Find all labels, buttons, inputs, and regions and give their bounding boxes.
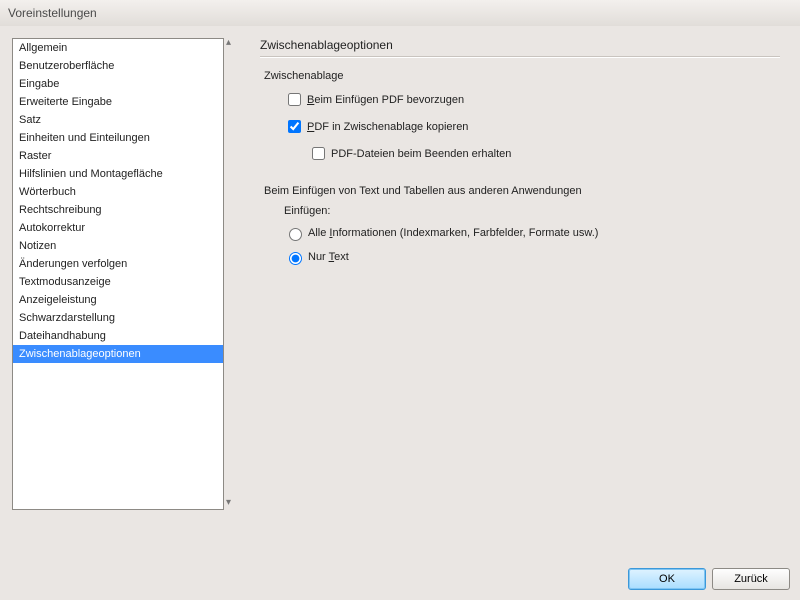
- sidebar-scroll-up-icon[interactable]: ▴: [226, 38, 236, 48]
- sidebar-item[interactable]: Hilfslinien und Montagefläche: [13, 165, 223, 183]
- prefer-pdf-row[interactable]: Beim Einfügen PDF bevorzugen: [284, 90, 780, 109]
- sidebar-item[interactable]: Schwarzdarstellung: [13, 309, 223, 327]
- sidebar-item[interactable]: Allgemein: [13, 39, 223, 57]
- ok-button[interactable]: OK: [628, 568, 706, 590]
- window-titlebar: Voreinstellungen: [0, 0, 800, 27]
- keep-pdf-files-label[interactable]: PDF-Dateien beim Beenden erhalten: [331, 148, 511, 160]
- copy-pdf-label[interactable]: PDF in Zwischenablage kopieren: [307, 121, 468, 133]
- category-sidebar[interactable]: AllgemeinBenutzeroberflächeEingabeErweit…: [12, 38, 224, 510]
- panel-title: Zwischenablageoptionen: [260, 38, 780, 52]
- back-button[interactable]: Zurück: [712, 568, 790, 590]
- sidebar-item[interactable]: Eingabe: [13, 75, 223, 93]
- prefer-pdf-checkbox[interactable]: [288, 93, 301, 106]
- keep-pdf-files-row[interactable]: PDF-Dateien beim Beenden erhalten: [308, 144, 780, 163]
- paste-all-label[interactable]: Alle Informationen (Indexmarken, Farbfel…: [308, 227, 598, 239]
- panel-divider: [260, 56, 780, 58]
- main-panel: Zwischenablageoptionen Zwischenablage Be…: [260, 38, 780, 273]
- paste-all-radio[interactable]: [289, 228, 302, 241]
- paste-textonly-label[interactable]: Nur Text: [308, 251, 349, 263]
- paste-sublabel: Einfügen:: [284, 205, 780, 217]
- clipboard-group-label: Zwischenablage: [264, 70, 780, 82]
- sidebar-item[interactable]: Anzeigeleistung: [13, 291, 223, 309]
- sidebar-scroll-down-icon[interactable]: ▾: [226, 498, 236, 508]
- paste-textonly-radio[interactable]: [289, 252, 302, 265]
- sidebar-item[interactable]: Raster: [13, 147, 223, 165]
- paste-group-label: Beim Einfügen von Text und Tabellen aus …: [264, 185, 780, 197]
- sidebar-item[interactable]: Einheiten und Einteilungen: [13, 129, 223, 147]
- window-title: Voreinstellungen: [8, 6, 97, 20]
- copy-pdf-row[interactable]: PDF in Zwischenablage kopieren: [284, 117, 780, 136]
- dialog-button-bar: OK Zurück: [628, 568, 790, 590]
- sidebar-item[interactable]: Zwischenablageoptionen: [13, 345, 223, 363]
- sidebar-item[interactable]: Satz: [13, 111, 223, 129]
- sidebar-item[interactable]: Benutzeroberfläche: [13, 57, 223, 75]
- sidebar-item[interactable]: Änderungen verfolgen: [13, 255, 223, 273]
- sidebar-item[interactable]: Dateihandhabung: [13, 327, 223, 345]
- prefer-pdf-label[interactable]: Beim Einfügen PDF bevorzugen: [307, 94, 464, 106]
- dialog-body: AllgemeinBenutzeroberflächeEingabeErweit…: [0, 26, 800, 600]
- paste-textonly-row[interactable]: Nur Text: [284, 249, 780, 265]
- sidebar-item[interactable]: Erweiterte Eingabe: [13, 93, 223, 111]
- paste-all-row[interactable]: Alle Informationen (Indexmarken, Farbfel…: [284, 225, 780, 241]
- sidebar-item[interactable]: Wörterbuch: [13, 183, 223, 201]
- keep-pdf-files-checkbox[interactable]: [312, 147, 325, 160]
- sidebar-item[interactable]: Notizen: [13, 237, 223, 255]
- sidebar-item[interactable]: Autokorrektur: [13, 219, 223, 237]
- copy-pdf-checkbox[interactable]: [288, 120, 301, 133]
- sidebar-item[interactable]: Rechtschreibung: [13, 201, 223, 219]
- sidebar-item[interactable]: Textmodusanzeige: [13, 273, 223, 291]
